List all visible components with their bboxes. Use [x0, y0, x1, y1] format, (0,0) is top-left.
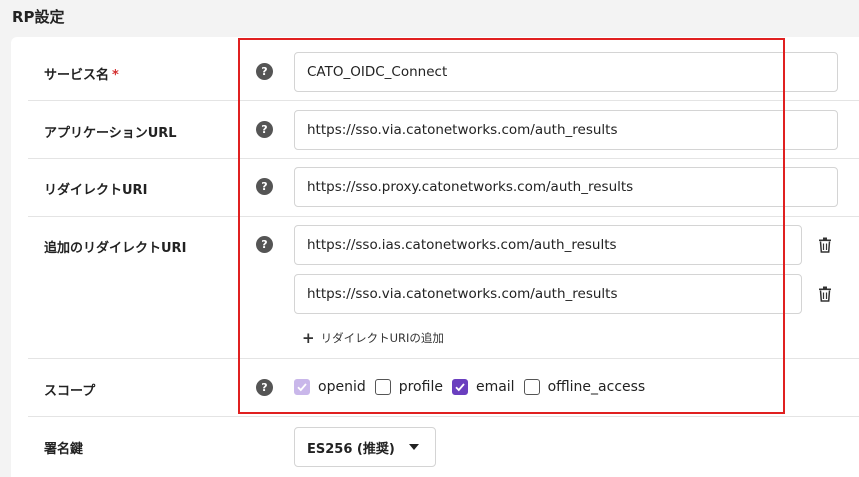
additional-redirect-uri-input[interactable] — [294, 274, 802, 314]
signing-key-select[interactable]: ES256 (推奨) — [294, 427, 436, 467]
checkbox-email[interactable] — [451, 379, 468, 395]
trash-icon[interactable] — [818, 237, 832, 253]
scope-checkbox-group: openid profile email offline_access — [294, 379, 654, 395]
scope-option-openid[interactable]: openid — [294, 379, 366, 395]
scope-option-profile[interactable]: profile — [374, 379, 443, 395]
redirect-uri-label: リダイレクトURI — [44, 183, 148, 198]
application-url-row: アプリケーションURL ? — [28, 101, 859, 159]
application-url-input[interactable] — [294, 110, 838, 150]
add-redirect-uri-button[interactable]: + リダイレクトURIの追加 — [302, 329, 444, 347]
scope-option-label: profile — [398, 379, 443, 395]
scope-option-label: offline_access — [547, 379, 646, 395]
help-icon[interactable]: ? — [256, 379, 273, 396]
signing-key-label: 署名鍵 — [44, 442, 84, 457]
redirect-uri-input[interactable] — [294, 167, 838, 207]
help-icon[interactable]: ? — [256, 236, 273, 253]
required-marker: * — [112, 68, 119, 83]
help-icon[interactable]: ? — [256, 121, 273, 138]
checkbox-offline-access[interactable] — [523, 379, 540, 395]
help-icon[interactable]: ? — [256, 63, 273, 80]
check-icon — [297, 383, 307, 392]
scope-option-offline-access[interactable]: offline_access — [523, 379, 646, 395]
service-name-row: サービス名 * ? — [28, 42, 859, 101]
scope-label: スコープ — [44, 384, 96, 399]
signing-key-row: 署名鍵 ES256 (推奨) — [28, 417, 859, 477]
add-redirect-uri-label: リダイレクトURIの追加 — [320, 331, 444, 345]
application-url-label: アプリケーションURL — [44, 126, 177, 141]
additional-redirect-uri-input[interactable] — [294, 225, 802, 265]
redirect-uri-row: リダイレクトURI ? — [28, 159, 859, 217]
scope-option-email[interactable]: email — [451, 379, 515, 395]
trash-icon[interactable] — [818, 286, 832, 302]
section-title: RP設定 — [12, 8, 65, 26]
signing-key-selected: ES256 (推奨) — [307, 441, 395, 457]
additional-redirect-uri-label: 追加のリダイレクトURI — [44, 241, 187, 256]
additional-redirect-uri-row: 追加のリダイレクトURI ? + リダイレクトURIの追加 — [28, 217, 859, 359]
checkbox-profile[interactable] — [374, 379, 391, 395]
service-name-label: サービス名 * — [44, 68, 119, 83]
caret-down-icon — [408, 444, 419, 450]
scope-row: スコープ ? openid profile email offline_acce… — [28, 359, 859, 417]
help-icon[interactable]: ? — [256, 178, 273, 195]
check-icon — [455, 383, 465, 392]
scope-option-label: email — [475, 379, 515, 395]
plus-icon: + — [302, 329, 315, 347]
scope-option-label: openid — [318, 379, 366, 395]
service-name-input[interactable] — [294, 52, 838, 92]
checkbox-openid[interactable] — [294, 379, 310, 395]
